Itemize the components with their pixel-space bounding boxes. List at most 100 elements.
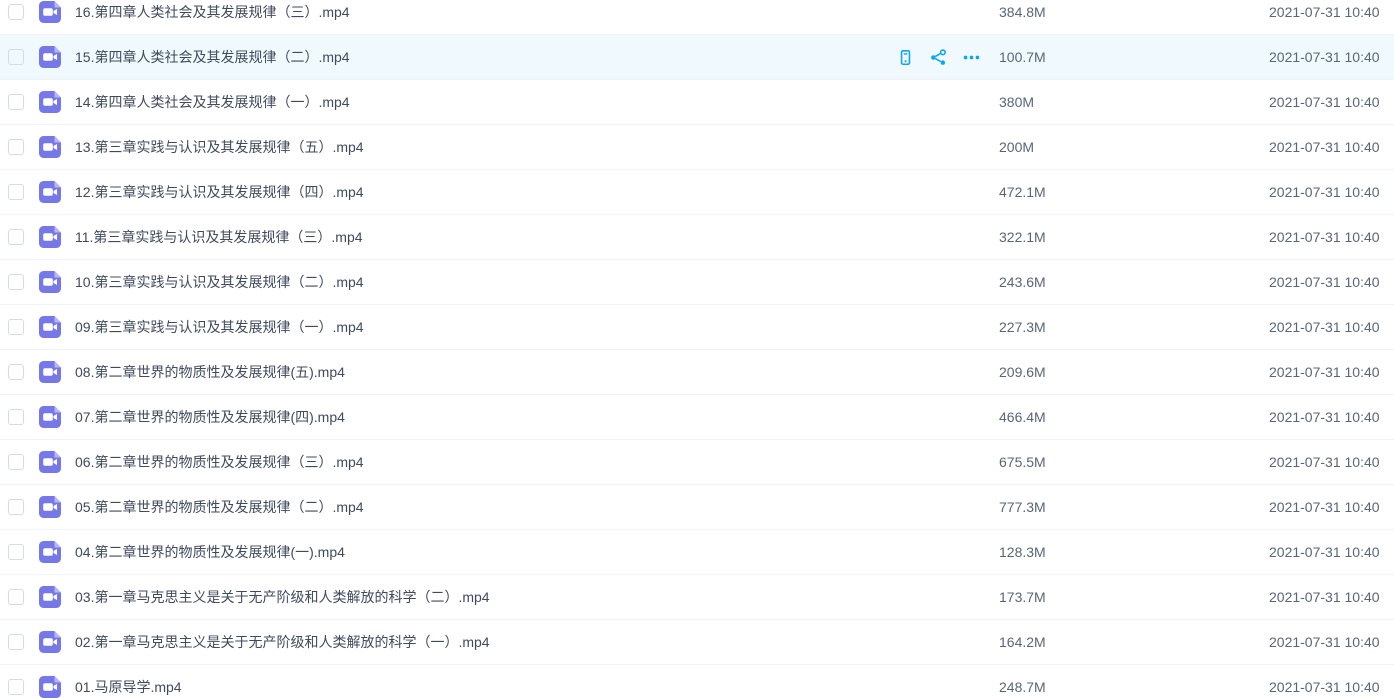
video-file-icon <box>39 406 61 428</box>
file-date: 2021-07-31 10:40 <box>1269 409 1394 425</box>
row-actions <box>896 48 981 67</box>
file-name[interactable]: 02.第一章马克思主义是关于无产阶级和人类解放的科学（一）.mp4 <box>75 632 999 652</box>
file-date: 2021-07-31 10:40 <box>1269 274 1394 290</box>
file-name[interactable]: 07.第二章世界的物质性及发展规律(四).mp4 <box>75 407 999 427</box>
file-row[interactable]: 11.第三章实践与认识及其发展规律（三）.mp4 322.1M 2021-07-… <box>0 215 1394 260</box>
file-size: 243.6M <box>999 274 1269 290</box>
file-name[interactable]: 05.第二章世界的物质性及发展规律（二）.mp4 <box>75 497 999 517</box>
file-date: 2021-07-31 10:40 <box>1269 589 1394 605</box>
file-name[interactable]: 06.第二章世界的物质性及发展规律（三）.mp4 <box>75 452 999 472</box>
file-date: 2021-07-31 10:40 <box>1269 319 1394 335</box>
file-row[interactable]: 01.马原导学.mp4 248.7M 2021-07-31 10:40 <box>0 665 1394 698</box>
row-checkbox[interactable] <box>8 364 24 380</box>
video-file-icon <box>39 496 61 518</box>
row-checkbox[interactable] <box>8 679 24 695</box>
row-checkbox[interactable] <box>8 454 24 470</box>
file-size: 777.3M <box>999 499 1269 515</box>
file-date: 2021-07-31 10:40 <box>1269 634 1394 650</box>
file-row[interactable]: 03.第一章马克思主义是关于无产阶级和人类解放的科学（二）.mp4 173.7M… <box>0 575 1394 620</box>
video-file-icon <box>39 586 61 608</box>
video-file-icon <box>39 676 61 698</box>
file-size: 384.8M <box>999 4 1269 20</box>
video-file-icon <box>39 316 61 338</box>
share-icon[interactable] <box>929 48 948 67</box>
row-checkbox[interactable] <box>8 94 24 110</box>
file-size: 472.1M <box>999 184 1269 200</box>
file-row[interactable]: 06.第二章世界的物质性及发展规律（三）.mp4 675.5M 2021-07-… <box>0 440 1394 485</box>
file-name[interactable]: 03.第一章马克思主义是关于无产阶级和人类解放的科学（二）.mp4 <box>75 587 999 607</box>
file-row[interactable]: 09.第三章实践与认识及其发展规律（一）.mp4 227.3M 2021-07-… <box>0 305 1394 350</box>
video-file-icon <box>39 451 61 473</box>
video-file-icon <box>39 361 61 383</box>
file-size: 380M <box>999 94 1269 110</box>
file-date: 2021-07-31 10:40 <box>1269 364 1394 380</box>
file-name[interactable]: 16.第四章人类社会及其发展规律（三）.mp4 <box>75 2 999 22</box>
file-row[interactable]: 04.第二章世界的物质性及发展规律(一).mp4 128.3M 2021-07-… <box>0 530 1394 575</box>
video-file-icon <box>39 1 61 23</box>
video-file-icon <box>39 91 61 113</box>
file-date: 2021-07-31 10:40 <box>1269 499 1394 515</box>
row-checkbox[interactable] <box>8 319 24 335</box>
file-size: 248.7M <box>999 679 1269 695</box>
file-row[interactable]: 16.第四章人类社会及其发展规律（三）.mp4 384.8M 2021-07-3… <box>0 0 1394 35</box>
file-size: 209.6M <box>999 364 1269 380</box>
file-name[interactable]: 15.第四章人类社会及其发展规律（二）.mp4 <box>75 47 896 67</box>
file-name[interactable]: 04.第二章世界的物质性及发展规律(一).mp4 <box>75 542 999 562</box>
video-file-icon <box>39 271 61 293</box>
row-checkbox[interactable] <box>8 4 24 20</box>
file-name[interactable]: 14.第四章人类社会及其发展规律（一）.mp4 <box>75 92 999 112</box>
file-size: 466.4M <box>999 409 1269 425</box>
file-name[interactable]: 01.马原导学.mp4 <box>75 677 999 697</box>
video-file-icon <box>39 541 61 563</box>
row-checkbox[interactable] <box>8 139 24 155</box>
file-date: 2021-07-31 10:40 <box>1269 49 1394 65</box>
more-icon[interactable] <box>962 48 981 67</box>
file-row[interactable]: 05.第二章世界的物质性及发展规律（二）.mp4 777.3M 2021-07-… <box>0 485 1394 530</box>
file-list: 16.第四章人类社会及其发展规律（三）.mp4 384.8M 2021-07-3… <box>0 0 1394 698</box>
file-row[interactable]: 13.第三章实践与认识及其发展规律（五）.mp4 200M 2021-07-31… <box>0 125 1394 170</box>
file-date: 2021-07-31 10:40 <box>1269 679 1394 695</box>
file-size: 322.1M <box>999 229 1269 245</box>
file-row[interactable]: 12.第三章实践与认识及其发展规律（四）.mp4 472.1M 2021-07-… <box>0 170 1394 215</box>
file-size: 227.3M <box>999 319 1269 335</box>
row-checkbox[interactable] <box>8 634 24 650</box>
file-name[interactable]: 09.第三章实践与认识及其发展规律（一）.mp4 <box>75 317 999 337</box>
video-file-icon <box>39 136 61 158</box>
file-date: 2021-07-31 10:40 <box>1269 139 1394 155</box>
file-date: 2021-07-31 10:40 <box>1269 229 1394 245</box>
file-date: 2021-07-31 10:40 <box>1269 544 1394 560</box>
file-size: 100.7M <box>999 49 1269 65</box>
file-size: 164.2M <box>999 634 1269 650</box>
send-to-device-icon[interactable] <box>896 48 915 67</box>
file-size: 173.7M <box>999 589 1269 605</box>
file-row[interactable]: 08.第二章世界的物质性及发展规律(五).mp4 209.6M 2021-07-… <box>0 350 1394 395</box>
file-date: 2021-07-31 10:40 <box>1269 4 1394 20</box>
video-file-icon <box>39 181 61 203</box>
file-size: 128.3M <box>999 544 1269 560</box>
row-checkbox[interactable] <box>8 49 24 65</box>
file-name[interactable]: 11.第三章实践与认识及其发展规律（三）.mp4 <box>75 227 999 247</box>
row-checkbox[interactable] <box>8 499 24 515</box>
video-file-icon <box>39 46 61 68</box>
row-checkbox[interactable] <box>8 229 24 245</box>
file-row[interactable]: 14.第四章人类社会及其发展规律（一）.mp4 380M 2021-07-31 … <box>0 80 1394 125</box>
file-date: 2021-07-31 10:40 <box>1269 184 1394 200</box>
row-checkbox[interactable] <box>8 544 24 560</box>
file-row[interactable]: 07.第二章世界的物质性及发展规律(四).mp4 466.4M 2021-07-… <box>0 395 1394 440</box>
row-checkbox[interactable] <box>8 274 24 290</box>
file-row[interactable]: 10.第三章实践与认识及其发展规律（二）.mp4 243.6M 2021-07-… <box>0 260 1394 305</box>
row-checkbox[interactable] <box>8 589 24 605</box>
file-name[interactable]: 12.第三章实践与认识及其发展规律（四）.mp4 <box>75 182 999 202</box>
file-row[interactable]: 15.第四章人类社会及其发展规律（二）.mp4 100 <box>0 35 1394 80</box>
file-name[interactable]: 10.第三章实践与认识及其发展规律（二）.mp4 <box>75 272 999 292</box>
row-checkbox[interactable] <box>8 184 24 200</box>
video-file-icon <box>39 631 61 653</box>
video-file-icon <box>39 226 61 248</box>
file-date: 2021-07-31 10:40 <box>1269 454 1394 470</box>
file-name[interactable]: 13.第三章实践与认识及其发展规律（五）.mp4 <box>75 137 999 157</box>
file-date: 2021-07-31 10:40 <box>1269 94 1394 110</box>
file-size: 200M <box>999 139 1269 155</box>
file-name[interactable]: 08.第二章世界的物质性及发展规律(五).mp4 <box>75 362 999 382</box>
row-checkbox[interactable] <box>8 409 24 425</box>
file-row[interactable]: 02.第一章马克思主义是关于无产阶级和人类解放的科学（一）.mp4 164.2M… <box>0 620 1394 665</box>
